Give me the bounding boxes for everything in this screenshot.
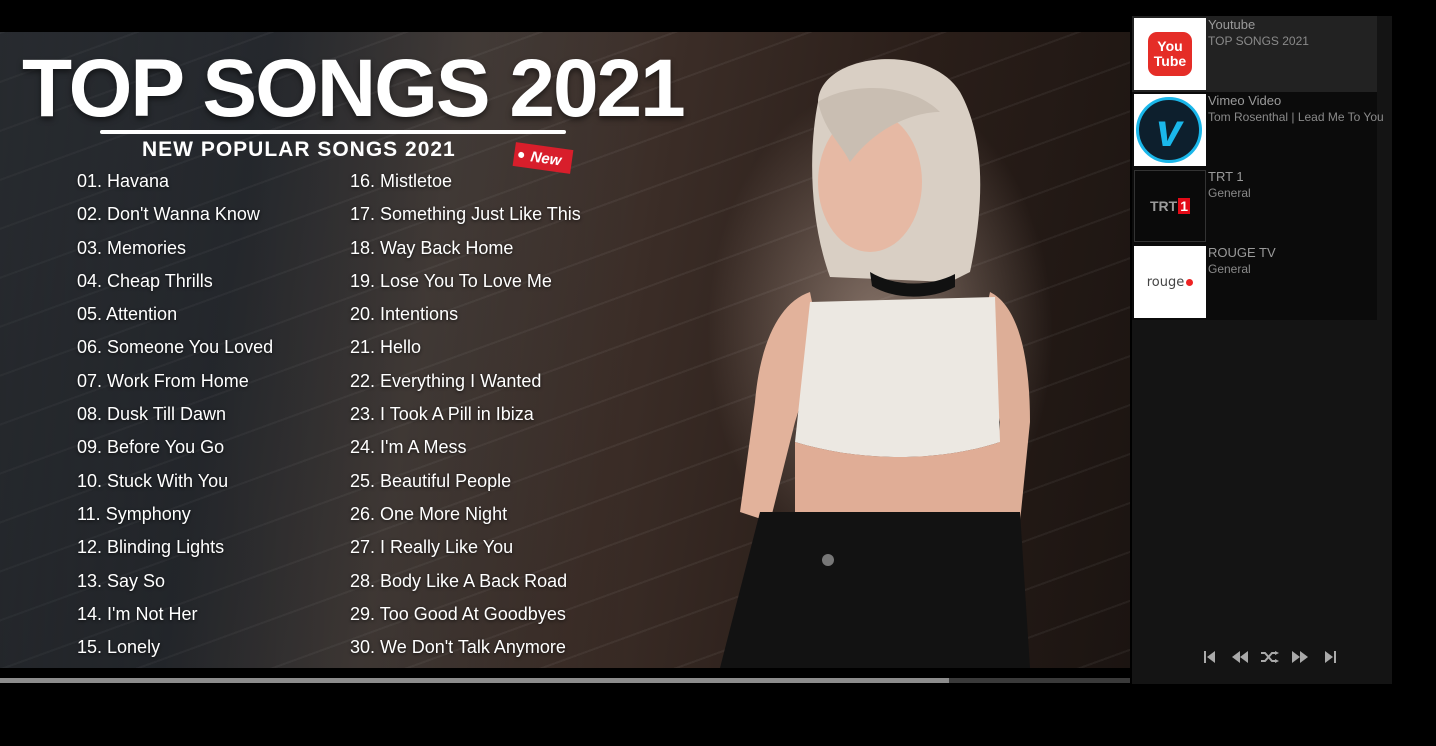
video-subtitle: NEW POPULAR SONGS 2021 <box>142 138 456 161</box>
playlist-item-meta: TRT 1 General <box>1208 169 1251 201</box>
song-list-item: 24. I'm A Mess <box>350 437 467 458</box>
playlist-item-trt1[interactable]: TRT 1 TRT 1 General <box>1132 168 1377 244</box>
song-list-column-1: 01. Havana 02. Don't Wanna Know 03. Memori… <box>77 171 273 668</box>
song-list-item: 07. Work From Home <box>77 370 249 391</box>
song-list-item: 22. Everything I Wanted <box>350 370 542 391</box>
song-list-item: 11. Symphony <box>77 503 191 524</box>
rouge-logo-text: rouge <box>1146 274 1185 290</box>
video-player[interactable]: TOP SONGS 2021 NEW POPULAR SONGS 2021 Ne… <box>0 32 1130 668</box>
song-list-item: 14. I'm Not Her <box>77 603 198 624</box>
playlist-item-youtube[interactable]: You Tube Youtube TOP SONGS 2021 <box>1132 16 1377 92</box>
playlist-item-vimeo[interactable]: v Vimeo Video Tom Rosenthal | Lead Me To… <box>1132 92 1384 168</box>
playlist-item-meta: Youtube TOP SONGS 2021 <box>1208 17 1309 49</box>
video-title: TOP SONGS 2021 <box>22 43 686 134</box>
song-list-item: 21. Hello <box>350 337 422 358</box>
first-icon[interactable] <box>1200 650 1220 664</box>
next-icon[interactable] <box>1290 650 1310 664</box>
title-underline <box>100 130 566 134</box>
playlist-item-title: ROUGE TV <box>1208 245 1276 260</box>
playlist-item-subtitle: Tom Rosenthal | Lead Me To You <box>1208 110 1384 124</box>
trt1-thumbnail: TRT 1 <box>1134 170 1206 242</box>
progress-fill <box>0 678 950 683</box>
youtube-logo-text-2: Tube <box>1153 53 1187 69</box>
song-list-item: 28. Body Like A Back Road <box>350 570 568 591</box>
last-icon[interactable] <box>1320 650 1340 664</box>
rouge-logo-icon: rouge <box>1134 246 1206 318</box>
song-list-item: 20. Intentions <box>350 304 459 325</box>
youtube-logo-text-1: You <box>1157 38 1183 54</box>
song-list-item: 23. I Took A Pill in Ibiza <box>350 404 534 425</box>
playlist-item-title: TRT 1 <box>1208 169 1244 184</box>
playlist-controls <box>1200 650 1340 664</box>
playlist-sidebar: You Tube Youtube TOP SONGS 2021 v Vimeo … <box>1132 16 1392 684</box>
trt-logo-text: TRT <box>1149 198 1178 214</box>
playlist-item-subtitle: TOP SONGS 2021 <box>1208 34 1309 48</box>
trt-logo-number: 1 <box>1178 198 1190 214</box>
playlist-item-meta: Vimeo Video Tom Rosenthal | Lead Me To Y… <box>1208 93 1384 125</box>
vimeo-logo-icon: v <box>1136 97 1202 163</box>
song-list-item: 08. Dusk Till Dawn <box>77 404 227 425</box>
song-list-column-2: 16. Mistletoe 17. Something Just Like Thi… <box>350 171 581 668</box>
playlist-item-rouge-tv[interactable]: rouge ROUGE TV General <box>1132 244 1377 320</box>
song-list-item: 27. I Really Like You <box>350 537 514 558</box>
shuffle-icon[interactable] <box>1260 650 1280 664</box>
song-list-item: 18. Way Back Home <box>350 237 514 258</box>
playlist-item-title: Youtube <box>1208 17 1256 32</box>
previous-icon[interactable] <box>1230 650 1250 664</box>
song-list-item: 17. Something Just Like This <box>350 204 581 225</box>
song-list-item: 03. Memories <box>77 237 187 258</box>
trt1-logo-icon: TRT 1 <box>1135 171 1205 241</box>
song-list-item: 15. Lonely <box>77 637 161 658</box>
song-list-item: 16. Mistletoe <box>350 171 453 191</box>
song-list-item: 19. Lose You To Love Me <box>350 270 552 291</box>
vimeo-logo-letter: v <box>1156 104 1182 156</box>
song-list-item: 30. We Don't Talk Anymore <box>350 637 566 658</box>
song-list-item: 29. Too Good At Goodbyes <box>350 603 566 624</box>
playlist-item-meta: ROUGE TV General <box>1208 245 1276 277</box>
song-list-item: 02. Don't Wanna Know <box>77 204 260 225</box>
video-figure-image <box>720 59 1030 668</box>
playlist-list: You Tube Youtube TOP SONGS 2021 v Vimeo … <box>1132 16 1384 320</box>
song-list-item: 06. Someone You Loved <box>77 337 274 358</box>
playlist-item-subtitle: General <box>1208 262 1251 276</box>
youtube-thumbnail: You Tube <box>1134 18 1206 90</box>
song-list-item: 13. Say So <box>77 570 166 591</box>
rouge-tv-thumbnail: rouge <box>1134 246 1206 318</box>
song-list-item: 04. Cheap Thrills <box>77 270 213 291</box>
song-list-item: 26. One More Night <box>350 503 508 524</box>
song-list-item: 05. Attention <box>77 304 178 325</box>
rouge-logo-dot <box>1186 278 1194 286</box>
song-list-item: 10. Stuck With You <box>77 470 229 491</box>
song-list-item: 09. Before You Go <box>77 437 225 458</box>
song-list-item: 12. Blinding Lights <box>77 537 225 558</box>
progress-bar[interactable] <box>0 678 1130 683</box>
playlist-item-title: Vimeo Video <box>1208 93 1282 108</box>
playlist-item-subtitle: General <box>1208 186 1251 200</box>
vimeo-thumbnail: v <box>1134 94 1206 166</box>
song-list-item: 01. Havana <box>77 171 170 191</box>
song-list-item: 25. Beautiful People <box>350 470 512 491</box>
youtube-logo-icon: You Tube <box>1148 32 1192 76</box>
